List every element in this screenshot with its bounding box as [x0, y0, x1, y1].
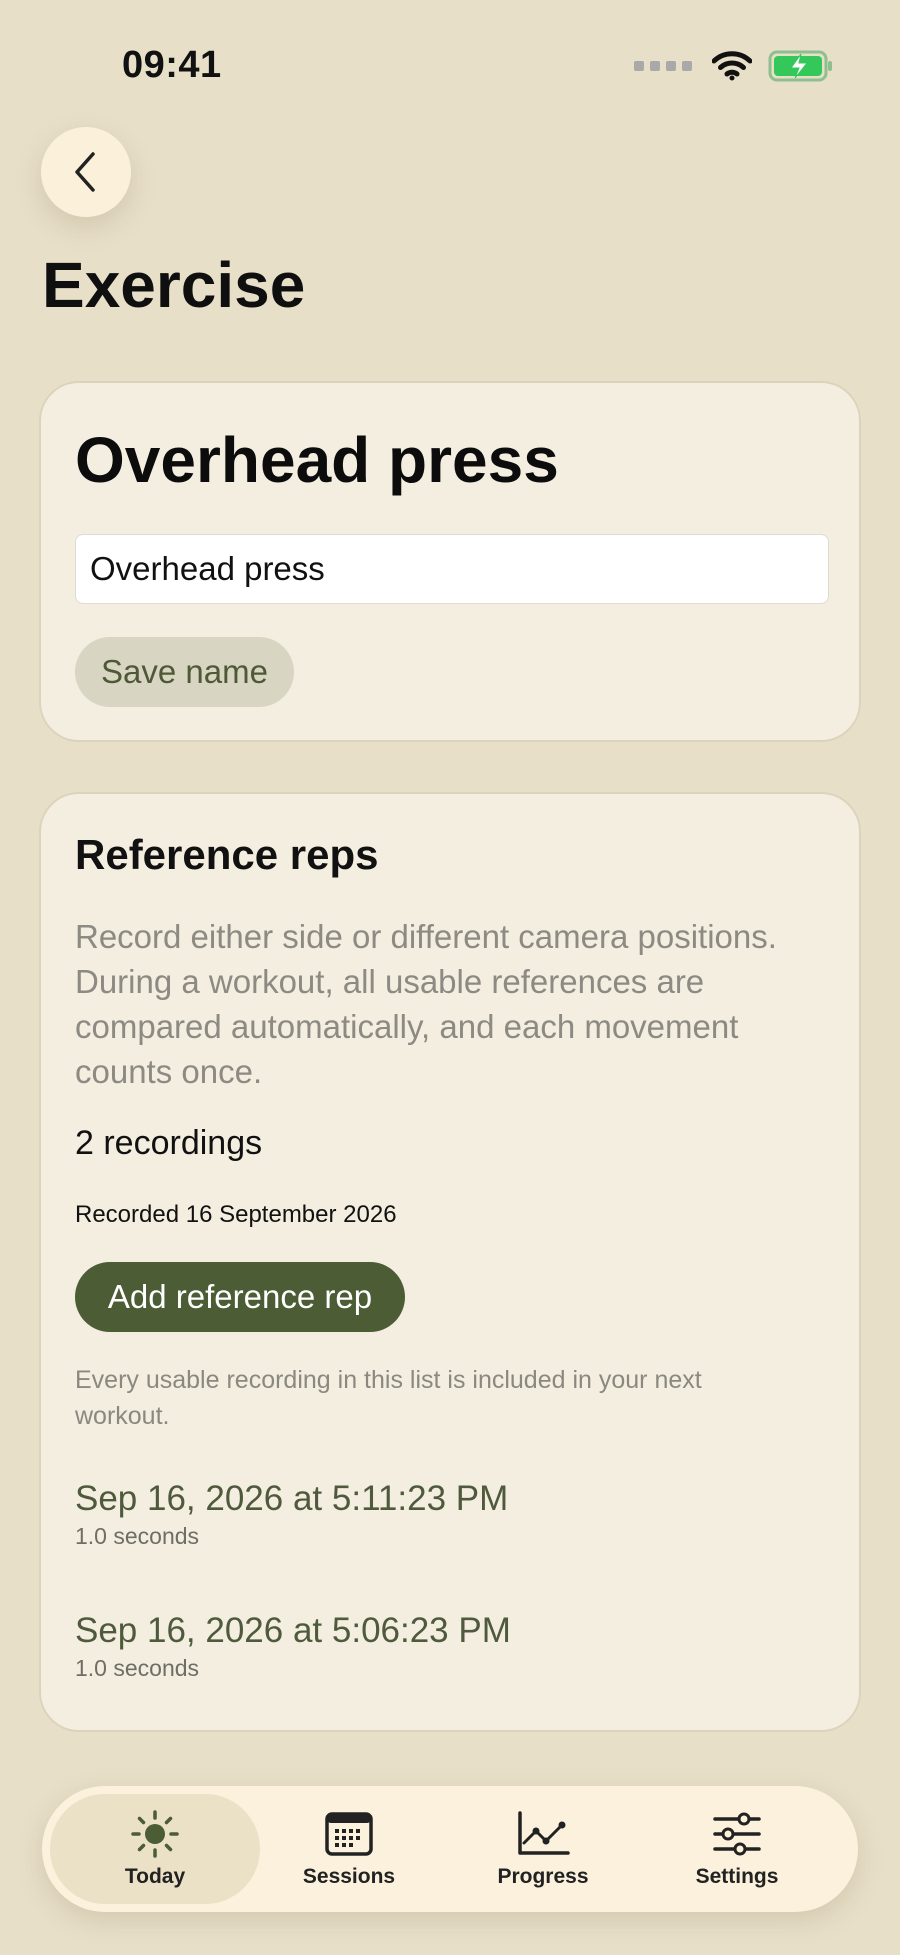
chart-line-icon	[516, 1809, 570, 1859]
recorded-date: Recorded 16 September 2026	[75, 1201, 397, 1228]
page-title: Exercise	[42, 249, 306, 321]
reference-reps-card: Reference reps Record either side or dif…	[39, 792, 861, 1732]
tab-today[interactable]: Today	[50, 1794, 260, 1904]
recording-duration: 1.0 seconds	[75, 1523, 200, 1549]
reference-reps-title: Reference reps	[75, 831, 379, 878]
tab-progress[interactable]: Progress	[438, 1794, 648, 1904]
tab-label: Progress	[497, 1865, 589, 1888]
status-time: 09:41	[122, 44, 222, 86]
list-item[interactable]: Sep 16, 2026 at 5:06:23 PM 1.0 seconds	[75, 1609, 835, 1682]
exercise-name-card: Overhead press Save name	[39, 381, 861, 742]
tab-bar: Today Sessions Progress Settings	[42, 1786, 858, 1912]
back-button[interactable]	[41, 127, 131, 217]
battery-charging-icon	[768, 50, 832, 82]
recording-title: Sep 16, 2026 at 5:06:23 PM	[75, 1611, 511, 1650]
add-reference-rep-button[interactable]: Add reference rep	[75, 1262, 405, 1332]
exercise-name-input[interactable]	[75, 534, 829, 604]
list-item[interactable]: Sep 16, 2026 at 5:11:23 PM 1.0 seconds	[75, 1477, 835, 1550]
chevron-left-icon	[75, 152, 95, 192]
exercise-title: Overhead press	[75, 424, 559, 496]
sun-icon	[128, 1809, 182, 1859]
recording-title: Sep 16, 2026 at 5:11:23 PM	[75, 1479, 509, 1518]
wifi-icon	[712, 51, 752, 81]
cellular-signal-icon	[634, 61, 692, 71]
recording-duration: 1.0 seconds	[75, 1655, 200, 1681]
tab-label: Today	[124, 1865, 186, 1888]
recordings-count: 2 recordings	[75, 1124, 263, 1162]
recordings-hint: Every usable recording in this list is i…	[75, 1366, 702, 1430]
sliders-icon	[710, 1809, 764, 1859]
tab-settings[interactable]: Settings	[632, 1794, 842, 1904]
status-indicators	[634, 48, 834, 84]
status-bar: 09:41	[0, 0, 900, 130]
save-name-button[interactable]: Save name	[75, 637, 294, 707]
calendar-icon	[322, 1809, 376, 1859]
tab-label: Settings	[695, 1865, 779, 1888]
tab-sessions[interactable]: Sessions	[244, 1794, 454, 1904]
reference-reps-description: Record either side or different camera p…	[75, 918, 777, 1090]
tab-label: Sessions	[302, 1865, 396, 1888]
